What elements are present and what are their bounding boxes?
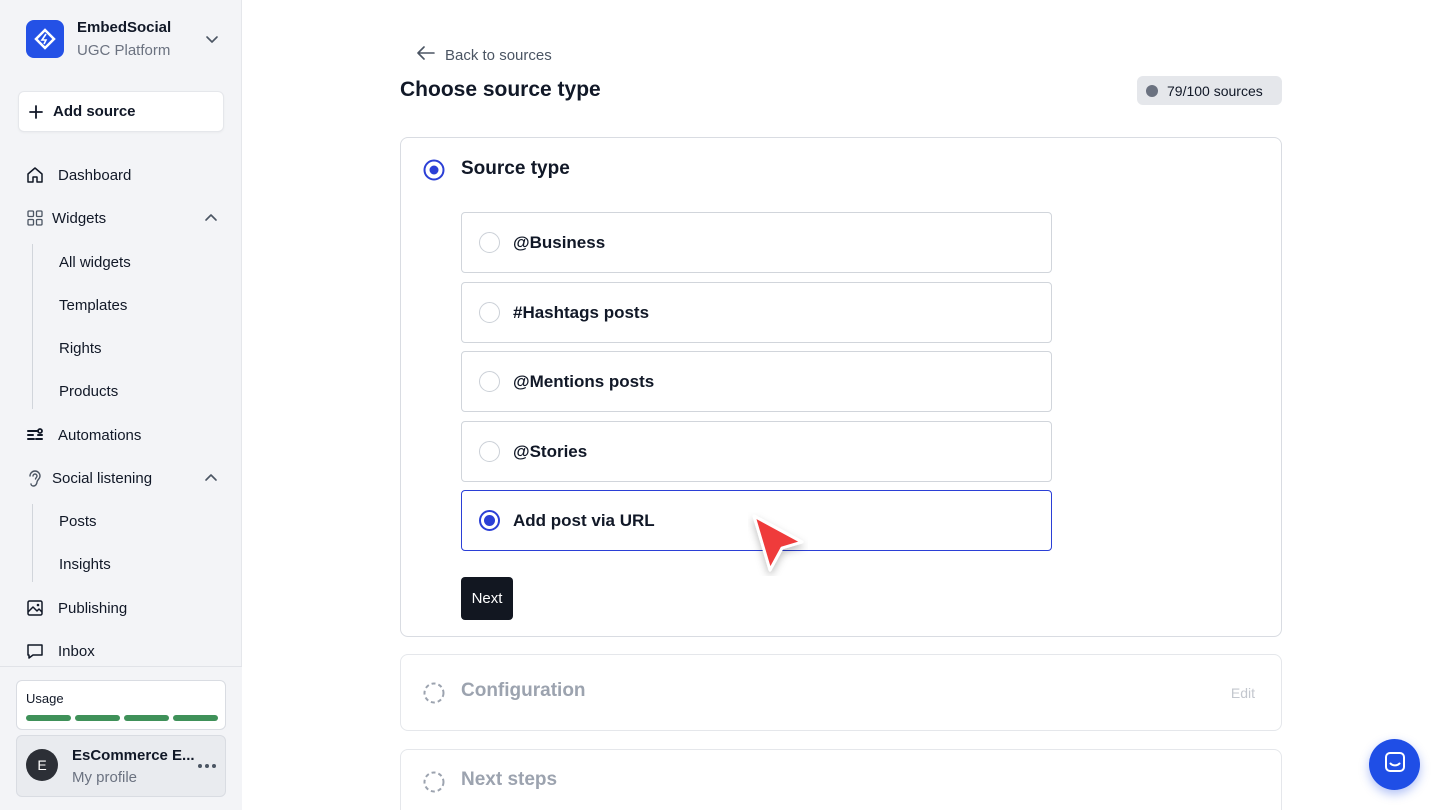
edit-link[interactable]: Edit (1231, 685, 1255, 701)
submenu-line (32, 244, 33, 409)
usage-card[interactable]: Usage (16, 680, 226, 730)
more-options-icon[interactable] (197, 758, 217, 774)
option-hashtags-posts[interactable]: #Hashtags posts (461, 282, 1052, 343)
radio-button[interactable] (479, 441, 500, 462)
sidebar-item-products[interactable]: Products (59, 377, 219, 405)
profile-subtitle: My profile (72, 769, 138, 786)
chevron-up-icon[interactable] (202, 469, 220, 487)
sidebar-item-label: Widgets (52, 209, 107, 227)
chevron-up-icon[interactable] (202, 209, 220, 227)
sidebar-item-label: Automations (58, 426, 142, 444)
chat-bubble-icon (24, 640, 46, 662)
usage-bar-segment (124, 715, 169, 721)
sidebar-item-label: Social listening (52, 469, 153, 487)
usage-bar-segment (26, 715, 71, 721)
profile-name: EsCommerce E... (72, 747, 195, 764)
embedsocial-logo (26, 20, 64, 58)
source-type-step: Source type @Business #Hashtags posts @M… (400, 137, 1282, 637)
add-source-button[interactable]: Add source (18, 91, 224, 132)
usage-bar-segment (173, 715, 218, 721)
option-stories[interactable]: @Stories (461, 421, 1052, 482)
step-title: Next steps (461, 769, 558, 790)
page-title: Choose source type (400, 78, 601, 101)
step-pending-icon (423, 682, 445, 704)
step-title: Configuration (461, 680, 586, 701)
sidebar-item-rights[interactable]: Rights (59, 334, 219, 362)
sources-usage-badge: 79/100 sources (1137, 76, 1282, 105)
radio-button-selected[interactable] (479, 510, 500, 531)
sidebar-item-posts[interactable]: Posts (59, 507, 219, 535)
configuration-step: Configuration Edit (400, 654, 1282, 731)
brand-name: EmbedSocial (77, 18, 172, 36)
sidebar-item-automations[interactable]: Automations (24, 420, 224, 450)
submenu-line (32, 504, 33, 582)
sidebar-item-all-widgets[interactable]: All widgets (59, 248, 219, 276)
chat-widget-button[interactable] (1369, 739, 1420, 790)
back-to-sources-link[interactable]: Back to sources (417, 44, 552, 66)
sidebar-item-inbox[interactable]: Inbox (24, 636, 224, 666)
home-icon (24, 164, 46, 186)
chat-icon (1383, 750, 1407, 779)
option-label: @Business (513, 232, 606, 252)
sidebar-item-templates[interactable]: Templates (59, 291, 219, 319)
radio-button[interactable] (479, 302, 500, 323)
sidebar-footer: Usage E EsCommerce E... My profile (0, 666, 242, 810)
sidebar-item-insights[interactable]: Insights (59, 550, 219, 578)
option-label: #Hashtags posts (513, 302, 650, 322)
sidebar-item-label: Inbox (58, 642, 95, 660)
usage-bar-segment (75, 715, 120, 721)
sidebar-item-social-listening[interactable]: Social listening (24, 463, 224, 493)
profile-card[interactable]: E EsCommerce E... My profile (16, 735, 226, 797)
option-label: @Mentions posts (513, 371, 655, 391)
back-label: Back to sources (445, 46, 552, 64)
pointer-cursor-icon (752, 514, 804, 572)
option-label: Add post via URL (513, 510, 655, 530)
option-label: @Stories (513, 441, 588, 461)
brand-subtitle: UGC Platform (77, 41, 171, 59)
workspace-switcher[interactable]: EmbedSocial UGC Platform (26, 19, 222, 59)
status-dot (1146, 84, 1158, 97)
sidebar-item-label: Dashboard (58, 166, 132, 184)
add-source-label: Add source (53, 103, 136, 120)
step-title: Source type (461, 158, 570, 179)
sidebar-item-dashboard[interactable]: Dashboard (24, 160, 224, 190)
ear-icon (24, 467, 46, 489)
radio-button[interactable] (479, 371, 500, 392)
sidebar-item-widgets[interactable]: Widgets (24, 203, 224, 233)
arrow-left-icon (417, 45, 435, 65)
avatar: E (26, 749, 58, 781)
chevron-down-icon (202, 29, 222, 49)
option-mentions-posts[interactable]: @Mentions posts (461, 351, 1052, 412)
step-pending-icon (423, 771, 445, 793)
usage-bars (26, 715, 218, 721)
radio-button[interactable] (479, 232, 500, 253)
grid-icon (24, 207, 46, 229)
next-button[interactable]: Next (461, 577, 513, 620)
sidebar-item-label: Publishing (58, 599, 128, 617)
sidebar: EmbedSocial UGC Platform Add source Dash… (0, 0, 242, 810)
step-active-icon (423, 159, 445, 181)
next-steps-step: Next steps (400, 749, 1282, 810)
usage-label: Usage (26, 691, 64, 706)
image-icon (24, 597, 46, 619)
option-business[interactable]: @Business (461, 212, 1052, 273)
sources-count: 79/100 sources (1167, 82, 1263, 99)
sidebar-item-publishing[interactable]: Publishing (24, 593, 224, 623)
automations-icon (24, 424, 46, 446)
plus-icon (27, 103, 45, 121)
